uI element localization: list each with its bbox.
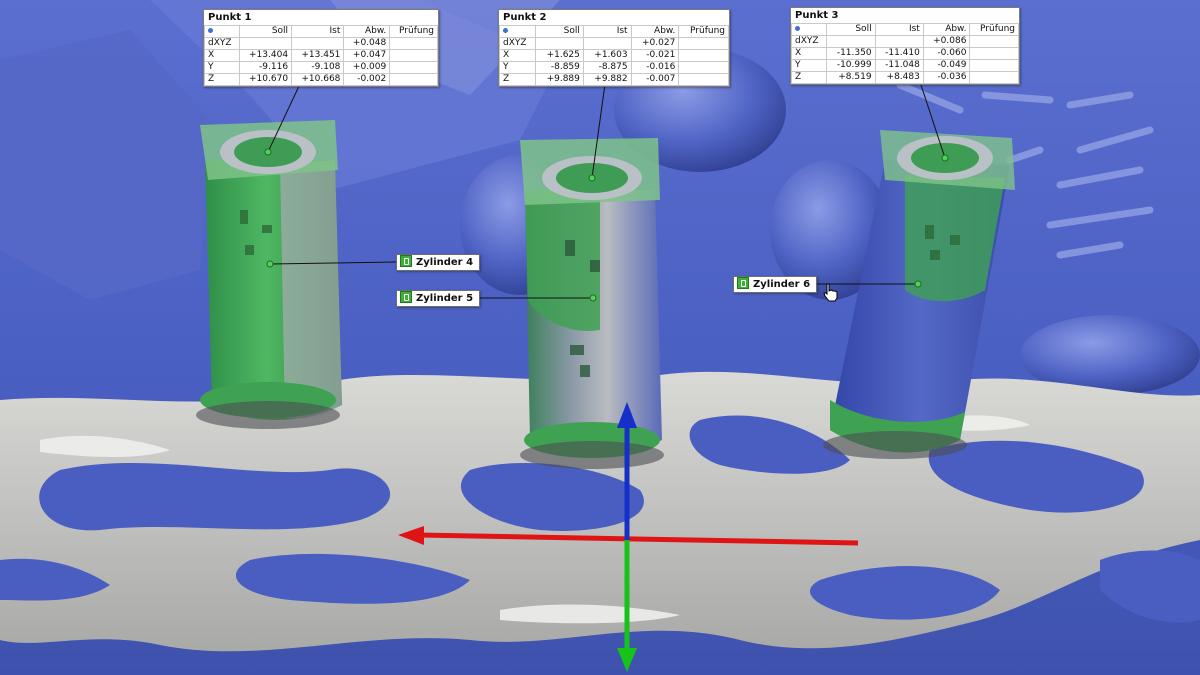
column-pruefung: Prüfung bbox=[969, 23, 1019, 36]
column-pruefung: Prüfung bbox=[678, 25, 729, 38]
cylinder-5-label-text: Zylinder 5 bbox=[416, 293, 474, 304]
cylinder-5-body[interactable] bbox=[520, 138, 664, 469]
3d-viewport[interactable]: Punkt 1 Soll Ist Abw. Prüfung dXYZ +0.048… bbox=[0, 0, 1200, 675]
table-row: Z +9.889 +9.882 -0.007 bbox=[498, 73, 729, 86]
point-3-title: Punkt 3 bbox=[795, 10, 839, 21]
table-row: X +13.404 +13.451 +0.047 bbox=[204, 49, 438, 62]
scan-model-scene[interactable] bbox=[0, 0, 1200, 675]
column-soll: Soll bbox=[826, 23, 876, 36]
column-abw: Abw. bbox=[630, 25, 680, 38]
column-soll: Soll bbox=[535, 25, 584, 38]
column-abw: Abw. bbox=[343, 25, 391, 38]
point-1-grid: Soll Ist Abw. Prüfung dXYZ +0.048 X +13.40… bbox=[204, 25, 438, 86]
column-ist: Ist bbox=[291, 25, 345, 38]
point-2-grid: Soll Ist Abw. Prüfung dXYZ +0.027 X +1.625… bbox=[498, 25, 729, 86]
legend-dot-icon bbox=[790, 23, 828, 36]
column-ist: Ist bbox=[582, 25, 632, 38]
point-3-grid: Soll Ist Abw. Prüfung dXYZ +0.086 X -11.35… bbox=[790, 23, 1019, 84]
cylinder-feature-icon bbox=[400, 255, 412, 267]
legend-dot-icon bbox=[204, 25, 240, 38]
table-row: dXYZ +0.086 bbox=[790, 35, 1019, 48]
table-row: X +1.625 +1.603 -0.021 bbox=[498, 49, 729, 62]
cylinder-5-label[interactable]: Zylinder 5 bbox=[396, 290, 481, 307]
column-pruefung: Prüfung bbox=[389, 25, 438, 38]
table-row: Y -10.999 -11.048 -0.049 bbox=[790, 59, 1019, 72]
cylinder-6-label[interactable]: Zylinder 6 bbox=[733, 276, 818, 293]
table-row: X -11.350 -11.410 -0.060 bbox=[790, 47, 1019, 60]
column-soll: Soll bbox=[238, 25, 293, 38]
column-ist: Ist bbox=[874, 23, 924, 36]
point-1-title: Punkt 1 bbox=[208, 12, 252, 23]
legend-dot-icon bbox=[498, 25, 537, 38]
table-row: dXYZ +0.048 bbox=[204, 37, 438, 50]
cylinder-4-label[interactable]: Zylinder 4 bbox=[396, 254, 481, 271]
point-2-table[interactable]: Punkt 2 Soll Ist Abw. Prüfung dXYZ +0.027… bbox=[498, 9, 730, 87]
cylinder-4-label-text: Zylinder 4 bbox=[416, 257, 474, 268]
table-row: Y -8.859 -8.875 -0.016 bbox=[498, 61, 729, 74]
point-2-title: Punkt 2 bbox=[503, 12, 547, 23]
table-row: Z +8.519 +8.483 -0.036 bbox=[790, 71, 1019, 84]
cylinder-6-label-text: Zylinder 6 bbox=[753, 279, 811, 290]
cylinder-4-body[interactable] bbox=[196, 120, 342, 429]
table-row: Z +10.670 +10.668 -0.002 bbox=[204, 73, 438, 86]
table-row: Y -9.116 -9.108 +0.009 bbox=[204, 61, 438, 74]
point-3-table[interactable]: Punkt 3 Soll Ist Abw. Prüfung dXYZ +0.086… bbox=[790, 7, 1020, 85]
table-row: dXYZ +0.027 bbox=[498, 37, 729, 50]
column-abw: Abw. bbox=[922, 23, 971, 36]
point-1-table[interactable]: Punkt 1 Soll Ist Abw. Prüfung dXYZ +0.048… bbox=[203, 9, 439, 87]
cylinder-feature-icon bbox=[737, 277, 749, 289]
cylinder-feature-icon bbox=[400, 291, 412, 303]
